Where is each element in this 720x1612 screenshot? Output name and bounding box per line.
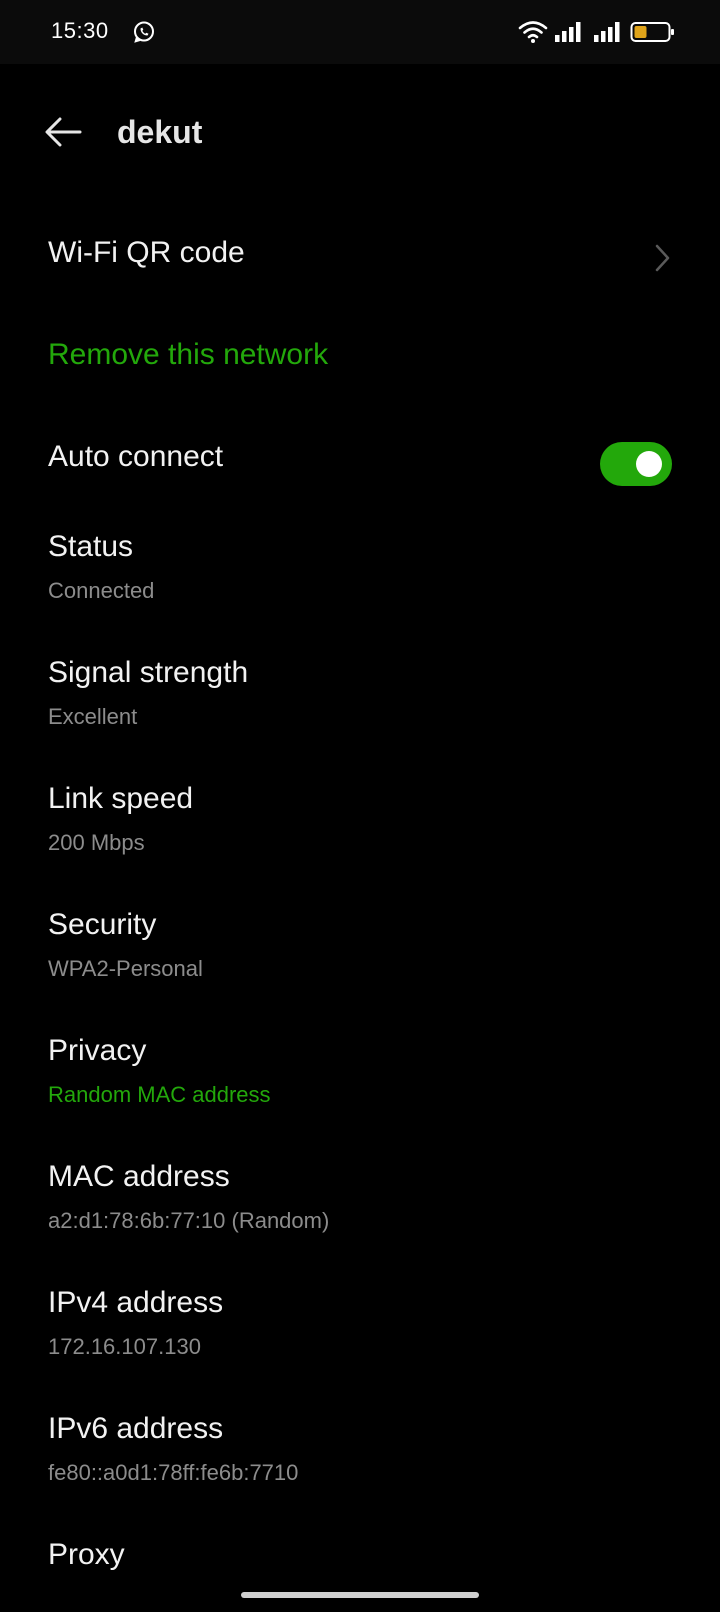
back-arrow-icon[interactable] xyxy=(40,108,88,156)
wifi-icon xyxy=(518,21,548,43)
security-row: Security WPA2-Personal xyxy=(0,908,720,998)
status-row: Status Connected xyxy=(0,530,720,620)
toggle-knob xyxy=(636,451,662,477)
ipv4-address-label: IPv4 address xyxy=(48,1286,224,1319)
proxy-label: Proxy xyxy=(48,1538,125,1571)
home-indicator[interactable] xyxy=(241,1592,479,1598)
ipv6-address-row: IPv6 address fe80::a0d1:78ff:fe6b:7710 xyxy=(0,1412,720,1502)
status-time: 15:30 xyxy=(51,18,109,43)
status-label: Status xyxy=(48,530,134,563)
wifi-qr-code-row[interactable]: Wi-Fi QR code xyxy=(0,232,720,288)
signal-icon xyxy=(594,22,620,42)
battery-icon xyxy=(630,22,674,42)
chevron-right-icon xyxy=(655,244,670,272)
privacy-row[interactable]: Privacy Random MAC address xyxy=(0,1034,720,1124)
link-speed-label: Link speed xyxy=(48,782,194,815)
signal-strength-label: Signal strength xyxy=(48,656,249,689)
auto-connect-toggle[interactable] xyxy=(600,442,672,486)
privacy-label: Privacy xyxy=(48,1034,147,1067)
security-value: WPA2-Personal xyxy=(48,956,203,981)
ipv4-address-value: 172.16.107.130 xyxy=(48,1334,201,1359)
security-label: Security xyxy=(48,908,157,941)
proxy-row[interactable]: Proxy xyxy=(0,1538,720,1612)
privacy-value: Random MAC address xyxy=(48,1082,271,1107)
ipv6-address-label: IPv6 address xyxy=(48,1412,224,1445)
link-speed-row: Link speed 200 Mbps xyxy=(0,782,720,872)
whatsapp-icon xyxy=(134,21,154,43)
ipv4-address-row: IPv4 address 172.16.107.130 xyxy=(0,1286,720,1376)
status-value: Connected xyxy=(48,578,155,603)
page-title: dekut xyxy=(117,114,203,150)
mac-address-value: a2:d1:78:6b:77:10 (Random) xyxy=(48,1208,330,1233)
status-bar: 15:30 xyxy=(0,0,720,64)
wifi-qr-code-label: Wi-Fi QR code xyxy=(48,236,245,269)
app-bar: dekut xyxy=(0,64,720,204)
mac-address-row: MAC address a2:d1:78:6b:77:10 (Random) xyxy=(0,1160,720,1250)
auto-connect-label: Auto connect xyxy=(48,440,224,473)
remove-network-label: Remove this network xyxy=(48,338,329,371)
signal-strength-value: Excellent xyxy=(48,704,138,729)
ipv6-address-value: fe80::a0d1:78ff:fe6b:7710 xyxy=(48,1460,299,1485)
auto-connect-row[interactable]: Auto connect xyxy=(0,436,720,492)
signal-icon xyxy=(555,22,581,42)
mac-address-label: MAC address xyxy=(48,1160,230,1193)
remove-network-button[interactable]: Remove this network xyxy=(0,334,720,390)
signal-strength-row: Signal strength Excellent xyxy=(0,656,720,746)
link-speed-value: 200 Mbps xyxy=(48,830,145,855)
